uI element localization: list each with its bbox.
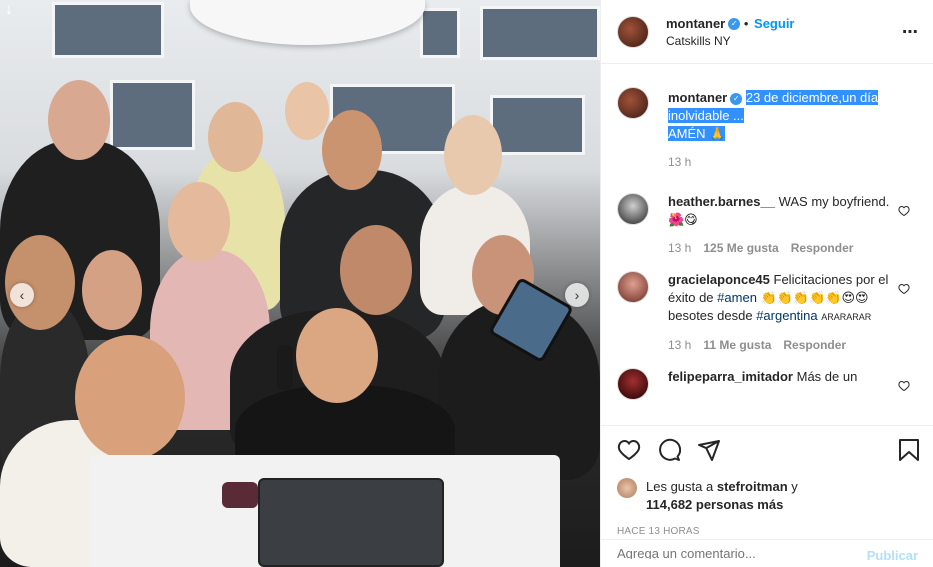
comment-time[interactable]: 13 h [668, 338, 691, 352]
separator-dot: • [743, 15, 753, 31]
like-comment-heart-icon[interactable] [898, 380, 910, 395]
comment-likes[interactable]: 125 Me gusta [703, 241, 778, 255]
post-location[interactable]: Catskills NY [666, 34, 795, 48]
caption-body: montaner ✓ 23 de diciembre,un día inolvid… [668, 89, 893, 171]
caption-time[interactable]: 13 h [668, 155, 691, 169]
caption: montaner ✓ 23 de diciembre,un día inolvid… [617, 81, 918, 171]
author-info: montaner ✓ • Seguir Catskills NY [666, 16, 795, 48]
next-photo-button[interactable]: › [565, 283, 589, 307]
verified-icon: ✓ [730, 92, 743, 105]
likes-prefix: Les gusta a [646, 479, 714, 494]
bookmark-icon[interactable] [898, 438, 920, 465]
post-sidebar: montaner ✓ • Seguir Catskills NY ⋯ montan… [600, 0, 933, 567]
person-head [82, 250, 142, 330]
commenter-avatar[interactable] [617, 193, 649, 225]
person-head [285, 82, 329, 140]
caption-text: 23 de diciembre,un día [745, 90, 879, 105]
add-comment-bar: Publicar [601, 539, 933, 567]
publish-button[interactable]: Publicar [867, 548, 918, 563]
comments-list[interactable]: montaner ✓ 23 de diciembre,un día inolvid… [601, 65, 933, 425]
comment-body: felipeparra_imitador Más de un [668, 368, 893, 400]
comment-item: felipeparra_imitador Más de un [617, 368, 918, 400]
comment-body: heather.barnes__ WAS my boyfriend. 🌺😋 13… [668, 193, 893, 257]
post-photo[interactable]: ↓ ‹ › [0, 0, 600, 567]
phone [277, 345, 293, 390]
follow-button[interactable]: Seguir [754, 16, 794, 31]
commenter-avatar[interactable] [617, 271, 649, 303]
caption-text: inolvidable ... [668, 108, 744, 123]
post-timestamp[interactable]: HACE 13 HORAS [617, 526, 918, 537]
author-avatar[interactable] [617, 15, 649, 48]
caption-username[interactable]: montaner [668, 90, 727, 105]
caption-text: AMÉN 🙏 [668, 126, 726, 141]
reply-button[interactable]: Responder [783, 338, 846, 352]
commenter-avatar[interactable] [617, 368, 649, 400]
like-comment-heart-icon[interactable] [898, 283, 910, 298]
tablet [258, 478, 444, 567]
comment-username[interactable]: felipeparra_imitador [668, 369, 793, 384]
person-head [444, 115, 502, 195]
person-head [208, 102, 263, 172]
person-head [322, 110, 382, 190]
likes-summary: Les gusta a stefroitman y 114,682 person… [617, 478, 918, 514]
likes-text: Les gusta a stefroitman y 114,682 person… [646, 478, 798, 514]
comment-likes[interactable]: 11 Me gusta [703, 338, 771, 352]
comment-username[interactable]: heather.barnes__ [668, 194, 775, 209]
comment-username[interactable]: gracielaponce45 [668, 272, 770, 287]
prev-photo-button[interactable]: ‹ [10, 283, 34, 307]
comment-item: heather.barnes__ WAS my boyfriend. 🌺😋 13… [617, 193, 918, 257]
photo-window [490, 95, 585, 155]
photo-window [110, 80, 195, 150]
comment-item: gracielaponce45 Felicitaciones por el éx… [617, 271, 918, 354]
phone [222, 482, 258, 508]
comment-meta: 13 h 125 Me gusta Responder [668, 239, 893, 257]
comment-bubble-icon[interactable] [657, 438, 682, 465]
ceiling-lamp [190, 0, 425, 45]
comment-time[interactable]: 13 h [668, 241, 691, 255]
likes-conjunction: y [791, 479, 798, 494]
author-username[interactable]: montaner [666, 16, 725, 31]
photo-window [52, 2, 164, 58]
comment-text: Más de un [796, 369, 858, 384]
hashtag-link[interactable]: #argentina [756, 308, 817, 323]
post-actions-area: Les gusta a stefroitman y 114,682 person… [601, 425, 933, 537]
person-head [296, 308, 378, 403]
action-bar [617, 438, 918, 464]
person-head [75, 335, 185, 460]
liker-username[interactable]: stefroitman [717, 479, 788, 494]
like-heart-icon[interactable] [617, 438, 641, 465]
liker-avatar[interactable] [617, 478, 637, 498]
person-head [48, 80, 110, 160]
person-head [5, 235, 75, 330]
reply-button[interactable]: Responder [791, 241, 854, 255]
comment-input[interactable] [617, 548, 817, 559]
comment-meta: 13 h 11 Me gusta Responder [668, 336, 893, 354]
likes-count[interactable]: 114,682 personas más [646, 497, 783, 512]
hashtag-link[interactable]: #amen [717, 290, 757, 305]
photo-window [480, 6, 600, 60]
author-avatar[interactable] [617, 87, 649, 119]
comment-text: ARARARAR [821, 312, 872, 322]
like-comment-heart-icon[interactable] [898, 205, 910, 220]
verified-icon: ✓ [728, 18, 741, 31]
more-options-icon[interactable]: ⋯ [902, 22, 919, 42]
share-send-icon[interactable] [697, 438, 721, 465]
comment-body: gracielaponce45 Felicitaciones por el éx… [668, 271, 893, 354]
download-arrow-icon[interactable]: ↓ [5, 1, 13, 19]
photo-window [420, 8, 460, 58]
person-head [168, 182, 230, 262]
post-header: montaner ✓ • Seguir Catskills NY ⋯ [601, 0, 933, 64]
caption-meta: 13 h [668, 153, 893, 171]
person-head [340, 225, 412, 315]
